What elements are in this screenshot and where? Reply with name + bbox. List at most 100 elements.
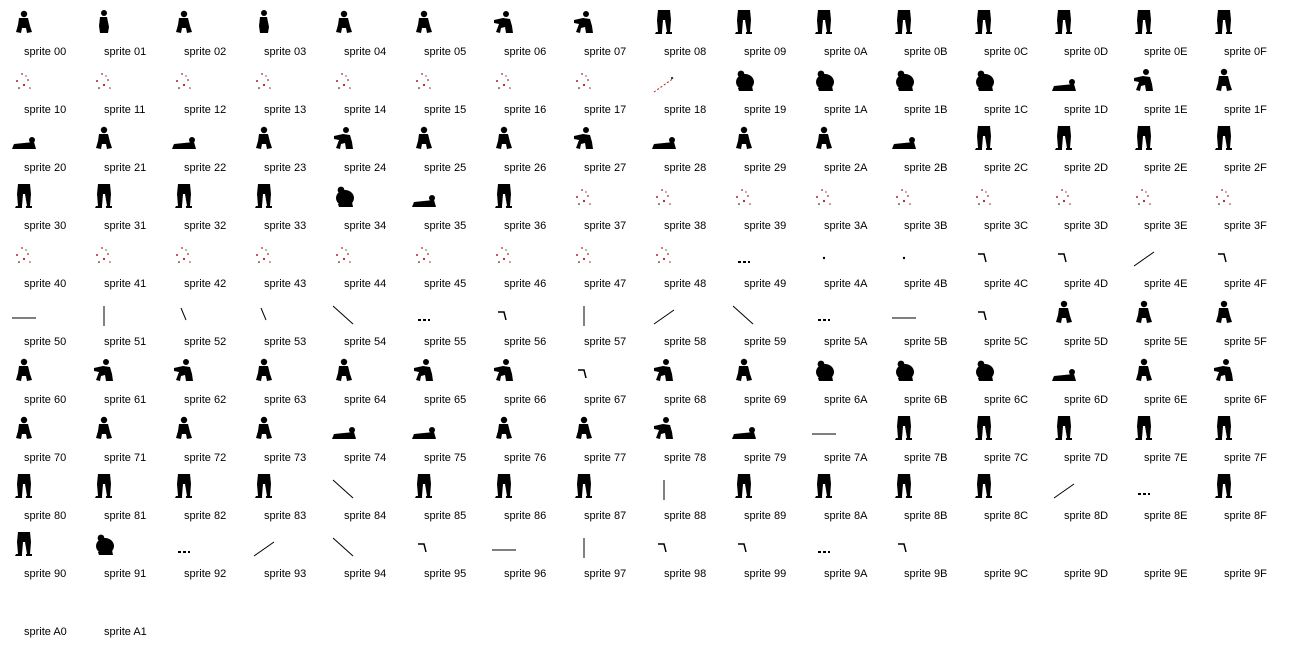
sprite-tile[interactable]: sprite 7C <box>960 414 1040 472</box>
sprite-tile[interactable]: sprite 2C <box>960 124 1040 182</box>
sprite-tile[interactable]: sprite A1 <box>80 588 160 646</box>
sprite-tile[interactable]: sprite 07 <box>560 8 640 66</box>
sprite-tile[interactable]: sprite 61 <box>80 356 160 414</box>
sprite-tile[interactable]: sprite 1F <box>1200 66 1280 124</box>
sprite-tile[interactable]: sprite 01 <box>80 8 160 66</box>
sprite-tile[interactable]: sprite 33 <box>240 182 320 240</box>
sprite-tile[interactable]: sprite 08 <box>640 8 720 66</box>
sprite-tile[interactable]: sprite 2A <box>800 124 880 182</box>
sprite-tile[interactable]: sprite 9F <box>1200 530 1280 588</box>
sprite-tile[interactable]: sprite 1E <box>1120 66 1200 124</box>
sprite-tile[interactable]: sprite 5E <box>1120 298 1200 356</box>
sprite-tile[interactable]: sprite 93 <box>240 530 320 588</box>
sprite-tile[interactable]: sprite 82 <box>160 472 240 530</box>
sprite-tile[interactable]: sprite 11 <box>80 66 160 124</box>
sprite-tile[interactable]: sprite 1D <box>1040 66 1120 124</box>
sprite-tile[interactable]: sprite 8C <box>960 472 1040 530</box>
sprite-tile[interactable]: sprite 02 <box>160 8 240 66</box>
sprite-tile[interactable]: sprite 74 <box>320 414 400 472</box>
sprite-tile[interactable]: sprite 9C <box>960 530 1040 588</box>
sprite-tile[interactable]: sprite 8A <box>800 472 880 530</box>
sprite-tile[interactable]: sprite 4F <box>1200 240 1280 298</box>
sprite-tile[interactable]: sprite 09 <box>720 8 800 66</box>
sprite-tile[interactable]: sprite 89 <box>720 472 800 530</box>
sprite-tile[interactable]: sprite 26 <box>480 124 560 182</box>
sprite-tile[interactable]: sprite 8E <box>1120 472 1200 530</box>
sprite-tile[interactable]: sprite 29 <box>720 124 800 182</box>
sprite-tile[interactable]: sprite 3B <box>880 182 960 240</box>
sprite-tile[interactable]: sprite 9E <box>1120 530 1200 588</box>
sprite-tile[interactable]: sprite 4A <box>800 240 880 298</box>
sprite-tile[interactable]: sprite 8D <box>1040 472 1120 530</box>
sprite-tile[interactable]: sprite 4D <box>1040 240 1120 298</box>
sprite-tile[interactable]: sprite 7A <box>800 414 880 472</box>
sprite-tile[interactable]: sprite 64 <box>320 356 400 414</box>
sprite-tile[interactable]: sprite 06 <box>480 8 560 66</box>
sprite-tile[interactable]: sprite 65 <box>400 356 480 414</box>
sprite-tile[interactable]: sprite 20 <box>0 124 80 182</box>
sprite-tile[interactable]: sprite 70 <box>0 414 80 472</box>
sprite-tile[interactable]: sprite 3F <box>1200 182 1280 240</box>
sprite-tile[interactable]: sprite 66 <box>480 356 560 414</box>
sprite-tile[interactable]: sprite 48 <box>640 240 720 298</box>
sprite-tile[interactable]: sprite 31 <box>80 182 160 240</box>
sprite-tile[interactable]: sprite 3A <box>800 182 880 240</box>
sprite-tile[interactable]: sprite 0A <box>800 8 880 66</box>
sprite-tile[interactable]: sprite 22 <box>160 124 240 182</box>
sprite-tile[interactable]: sprite 91 <box>80 530 160 588</box>
sprite-tile[interactable]: sprite 0D <box>1040 8 1120 66</box>
sprite-tile[interactable]: sprite 2E <box>1120 124 1200 182</box>
sprite-tile[interactable]: sprite 87 <box>560 472 640 530</box>
sprite-tile[interactable]: sprite 6F <box>1200 356 1280 414</box>
sprite-tile[interactable]: sprite 21 <box>80 124 160 182</box>
sprite-tile[interactable]: sprite 57 <box>560 298 640 356</box>
sprite-tile[interactable]: sprite 77 <box>560 414 640 472</box>
sprite-tile[interactable]: sprite 3C <box>960 182 1040 240</box>
sprite-tile[interactable]: sprite 32 <box>160 182 240 240</box>
sprite-tile[interactable]: sprite 30 <box>0 182 80 240</box>
sprite-tile[interactable]: sprite 00 <box>0 8 80 66</box>
sprite-tile[interactable]: sprite 56 <box>480 298 560 356</box>
sprite-tile[interactable]: sprite 4C <box>960 240 1040 298</box>
sprite-tile[interactable]: sprite 3E <box>1120 182 1200 240</box>
sprite-tile[interactable]: sprite 3D <box>1040 182 1120 240</box>
sprite-tile[interactable]: sprite 72 <box>160 414 240 472</box>
sprite-tile[interactable]: sprite 23 <box>240 124 320 182</box>
sprite-tile[interactable]: sprite 2B <box>880 124 960 182</box>
sprite-tile[interactable]: sprite 8B <box>880 472 960 530</box>
sprite-tile[interactable]: sprite 34 <box>320 182 400 240</box>
sprite-tile[interactable]: sprite 73 <box>240 414 320 472</box>
sprite-tile[interactable]: sprite 2F <box>1200 124 1280 182</box>
sprite-tile[interactable]: sprite 90 <box>0 530 80 588</box>
sprite-tile[interactable]: sprite 14 <box>320 66 400 124</box>
sprite-tile[interactable]: sprite 83 <box>240 472 320 530</box>
sprite-tile[interactable]: sprite 76 <box>480 414 560 472</box>
sprite-tile[interactable]: sprite 0F <box>1200 8 1280 66</box>
sprite-tile[interactable]: sprite 44 <box>320 240 400 298</box>
sprite-tile[interactable]: sprite 85 <box>400 472 480 530</box>
sprite-tile[interactable]: sprite 47 <box>560 240 640 298</box>
sprite-tile[interactable]: sprite 69 <box>720 356 800 414</box>
sprite-tile[interactable]: sprite 16 <box>480 66 560 124</box>
sprite-tile[interactable]: sprite 19 <box>720 66 800 124</box>
sprite-tile[interactable]: sprite 68 <box>640 356 720 414</box>
sprite-tile[interactable]: sprite 5F <box>1200 298 1280 356</box>
sprite-tile[interactable]: sprite 53 <box>240 298 320 356</box>
sprite-tile[interactable]: sprite 88 <box>640 472 720 530</box>
sprite-tile[interactable]: sprite 8F <box>1200 472 1280 530</box>
sprite-tile[interactable]: sprite 58 <box>640 298 720 356</box>
sprite-tile[interactable]: sprite 6A <box>800 356 880 414</box>
sprite-tile[interactable]: sprite 49 <box>720 240 800 298</box>
sprite-tile[interactable]: sprite 15 <box>400 66 480 124</box>
sprite-tile[interactable]: sprite 0E <box>1120 8 1200 66</box>
sprite-tile[interactable]: sprite 99 <box>720 530 800 588</box>
sprite-tile[interactable]: sprite 25 <box>400 124 480 182</box>
sprite-tile[interactable]: sprite 51 <box>80 298 160 356</box>
sprite-tile[interactable]: sprite 46 <box>480 240 560 298</box>
sprite-tile[interactable]: sprite 71 <box>80 414 160 472</box>
sprite-tile[interactable]: sprite 81 <box>80 472 160 530</box>
sprite-tile[interactable]: sprite 95 <box>400 530 480 588</box>
sprite-tile[interactable]: sprite 2D <box>1040 124 1120 182</box>
sprite-tile[interactable]: sprite 86 <box>480 472 560 530</box>
sprite-tile[interactable]: sprite 79 <box>720 414 800 472</box>
